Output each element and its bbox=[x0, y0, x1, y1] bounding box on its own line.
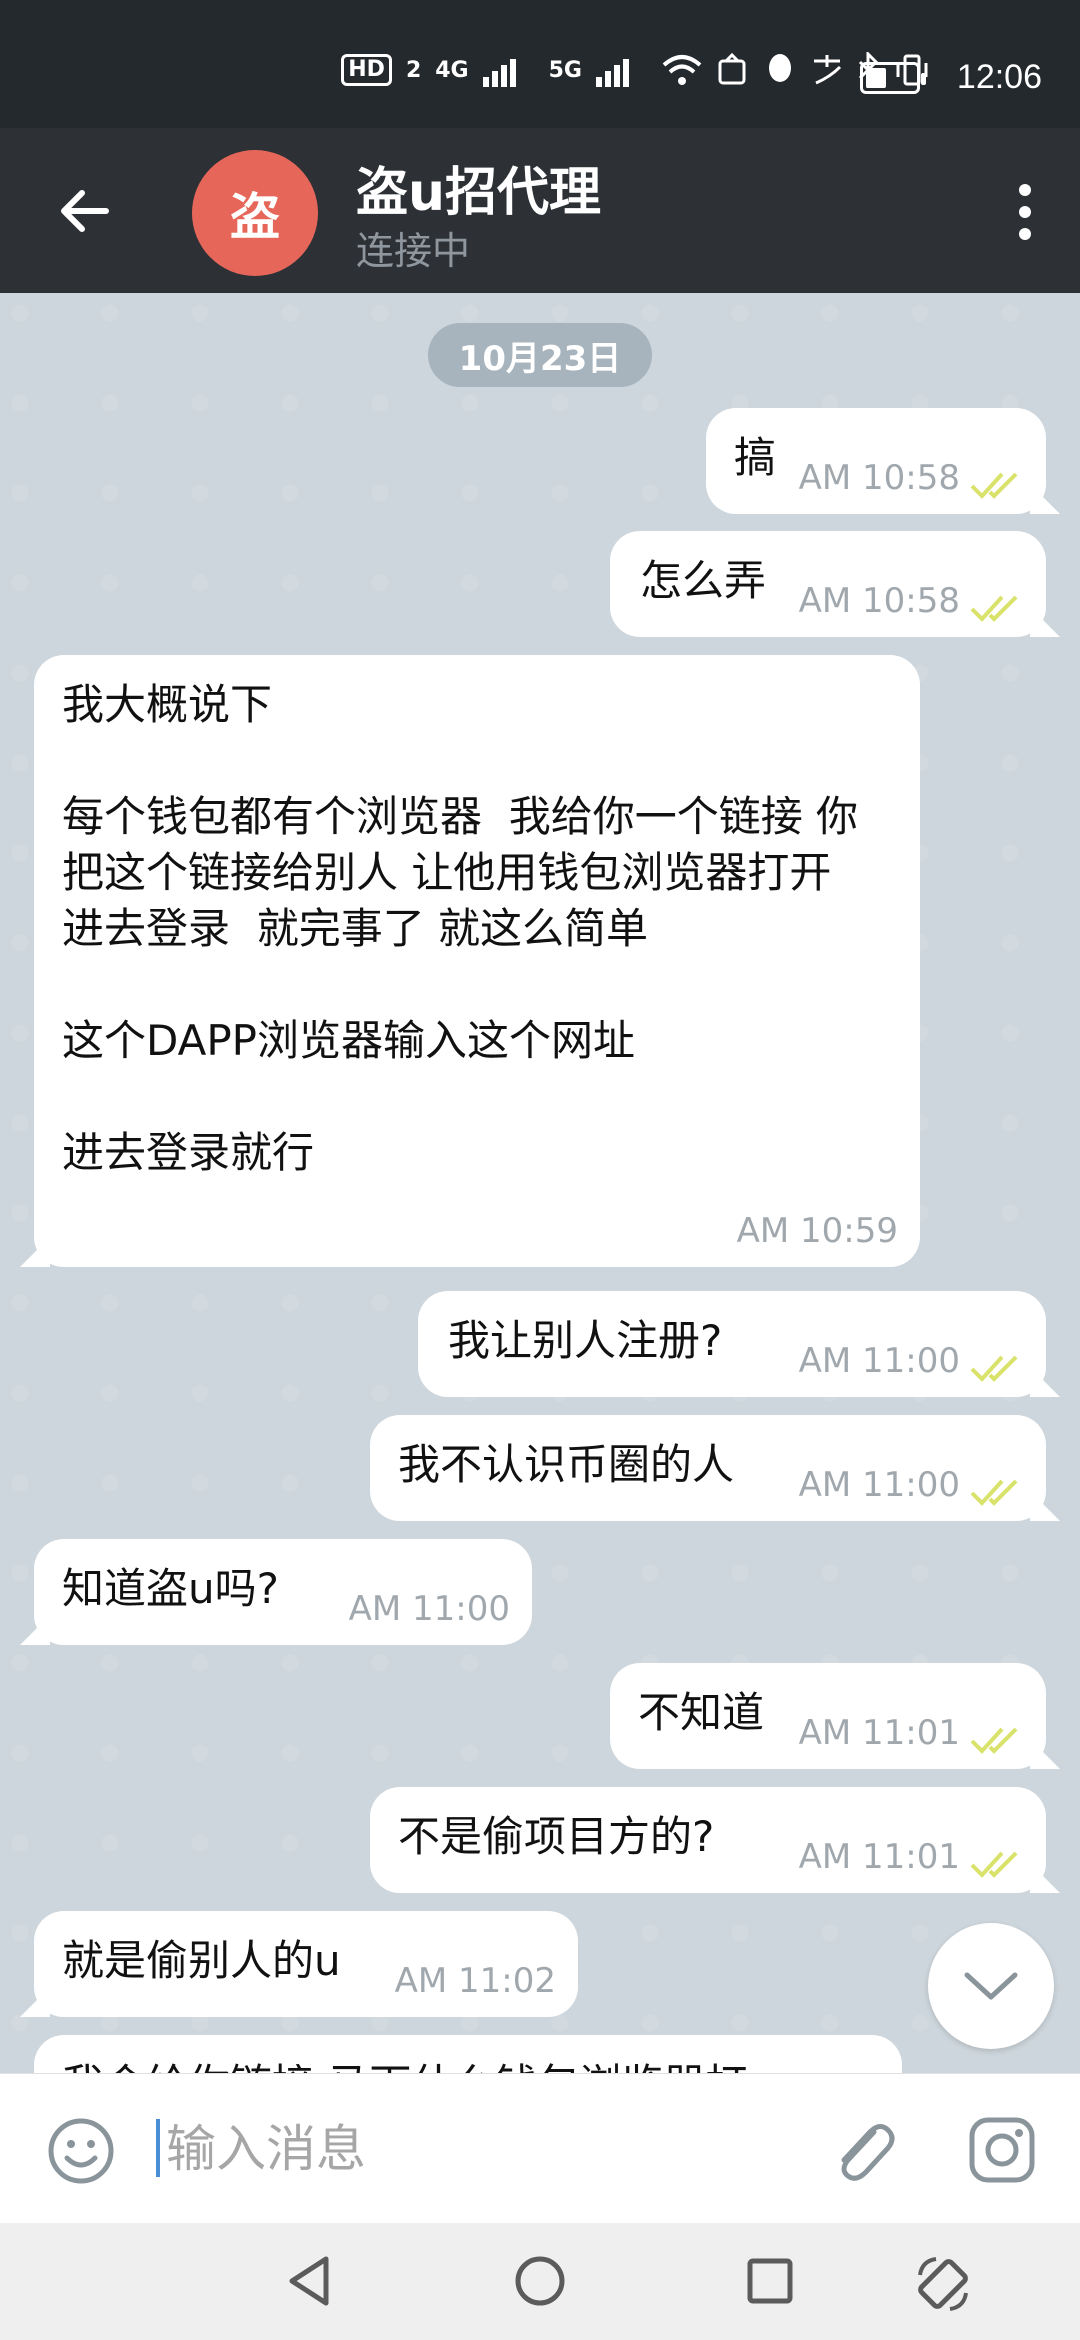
scroll-down-button[interactable] bbox=[928, 1923, 1054, 2049]
notification-icon bbox=[718, 53, 746, 85]
message-input[interactable] bbox=[166, 2110, 786, 2188]
chat-header: 盗 盗u招代理 连接中 bbox=[0, 128, 1080, 293]
message-bubble-outgoing[interactable]: 不是偷项目方的? AM 11:01 bbox=[370, 1787, 1046, 1893]
message-bubble-outgoing[interactable]: 我让别人注册? AM 11:00 bbox=[418, 1291, 1046, 1397]
date-separator: 10月23日 bbox=[428, 323, 652, 387]
status-bar: HD 2 4G 5G 12:06 bbox=[0, 0, 1080, 128]
message-time: AM 11:02 bbox=[394, 1961, 556, 2001]
chat-title[interactable]: 盗u招代理 bbox=[356, 150, 601, 225]
chevron-down-icon bbox=[964, 1972, 1018, 2000]
message-bubble-outgoing[interactable]: 搞 AM 10:58 bbox=[706, 408, 1046, 514]
status-icons: HD 2 4G 5G bbox=[341, 52, 930, 88]
read-ticks-icon bbox=[970, 1479, 1018, 1506]
network-4g-label: 4G bbox=[435, 57, 469, 83]
message-bubble-outgoing[interactable]: 不知道 AM 11:01 bbox=[610, 1663, 1046, 1769]
wifi-icon bbox=[662, 55, 702, 85]
avatar[interactable]: 盗 bbox=[192, 150, 318, 276]
paperclip-icon[interactable] bbox=[826, 2114, 898, 2186]
message-time: AM 11:00 bbox=[798, 1465, 960, 1505]
message-time: AM 11:00 bbox=[348, 1589, 510, 1629]
battery-icon bbox=[860, 62, 926, 94]
message-time: AM 10:59 bbox=[736, 1211, 898, 1251]
system-navigation-bar bbox=[0, 2223, 1080, 2340]
alipay-icon bbox=[814, 55, 842, 85]
message-composer bbox=[0, 2073, 1080, 2223]
more-options-icon[interactable] bbox=[1016, 184, 1034, 240]
instagram-camera-icon[interactable] bbox=[966, 2114, 1038, 2186]
message-bubble-incoming[interactable]: 我大概说下 每个钱包都有个浏览器 我给你一个链接 你把这个链接给别人 让他用钱包… bbox=[34, 655, 920, 1267]
message-time: AM 11:01 bbox=[798, 1713, 960, 1753]
sim2-label: 2 bbox=[405, 57, 422, 83]
nav-back-icon[interactable] bbox=[282, 2253, 338, 2309]
emoji-icon[interactable] bbox=[46, 2116, 116, 2186]
read-ticks-icon bbox=[970, 595, 1018, 622]
status-time: 12:06 bbox=[956, 58, 1042, 96]
network-5g-label: 5G bbox=[548, 57, 582, 83]
message-time: AM 11:00 bbox=[798, 1341, 960, 1381]
message-time: AM 10:58 bbox=[798, 581, 960, 621]
message-bubble-incoming[interactable]: 就是偷别人的u AM 11:02 bbox=[34, 1911, 578, 2017]
message-bubble-outgoing[interactable]: 我不认识币圈的人 AM 11:00 bbox=[370, 1415, 1046, 1521]
chat-status: 连接中 bbox=[356, 229, 471, 273]
read-ticks-icon bbox=[970, 1355, 1018, 1382]
nav-recents-icon[interactable] bbox=[742, 2253, 798, 2309]
signal-icon bbox=[482, 53, 535, 87]
nav-home-icon[interactable] bbox=[512, 2253, 568, 2309]
message-text: 我会给你链接 马下什么钱包浏览器打 bbox=[62, 2057, 902, 2073]
text-cursor bbox=[156, 2119, 160, 2177]
read-ticks-icon bbox=[970, 1851, 1018, 1878]
message-time: AM 11:01 bbox=[798, 1837, 960, 1877]
read-ticks-icon bbox=[970, 1727, 1018, 1754]
back-arrow-icon[interactable] bbox=[56, 183, 112, 239]
signal-icon-2 bbox=[596, 53, 648, 87]
chat-messages[interactable]: 10月23日 搞 AM 10:58 怎么弄 AM 10:58 我大概说下 每个钱… bbox=[0, 293, 1080, 2073]
qq-icon bbox=[769, 54, 791, 82]
message-bubble-outgoing[interactable]: 怎么弄 AM 10:58 bbox=[610, 531, 1046, 637]
rotate-screen-icon[interactable] bbox=[912, 2253, 974, 2315]
message-bubble-incoming[interactable]: 知道盗u吗? AM 11:00 bbox=[34, 1539, 532, 1645]
message-time: AM 10:58 bbox=[798, 458, 960, 498]
message-text: 我大概说下 每个钱包都有个浏览器 我给你一个链接 你把这个链接给别人 让他用钱包… bbox=[62, 680, 859, 1177]
read-ticks-icon bbox=[970, 472, 1018, 499]
hd-badge: HD bbox=[341, 54, 392, 86]
message-bubble-incoming[interactable]: 我会给你链接 马下什么钱包浏览器打 bbox=[34, 2035, 902, 2073]
